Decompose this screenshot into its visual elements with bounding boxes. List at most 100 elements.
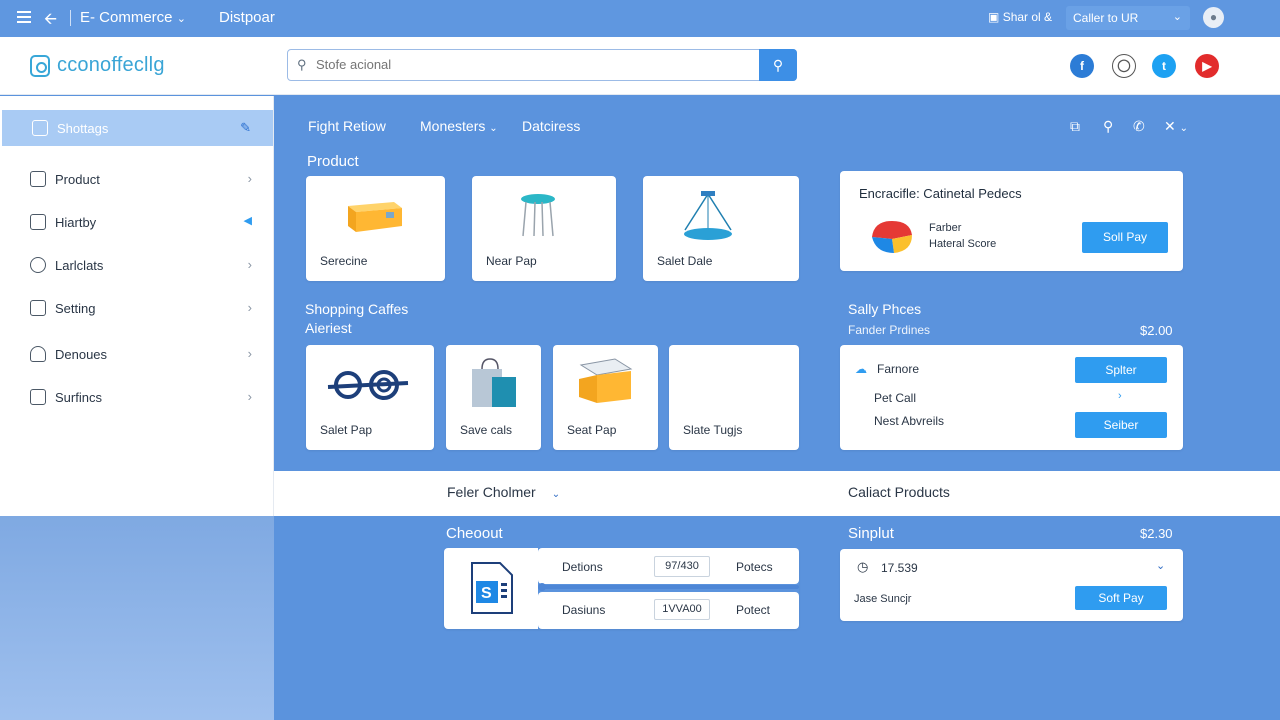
soft-pay-button[interactable]: Soft Pay: [1075, 586, 1167, 610]
close-icon[interactable]: ✕ ⌄: [1164, 118, 1188, 135]
cart-icon: [32, 120, 48, 136]
filter-dropdown[interactable]: Feler Cholmer ⌄: [447, 484, 560, 500]
tab-monesters[interactable]: Monesters ⌄: [420, 118, 498, 134]
sally-card: ☁ Farnore Splter Pet Call › Nest Abvreil…: [840, 345, 1183, 450]
sinplut-card: ◷ 17.539 ⌄ Jase Suncjr Soft Pay: [840, 549, 1183, 621]
lock-icon: [30, 214, 46, 230]
product-card-label: Salet Dale: [657, 254, 713, 268]
phone-icon[interactable]: ✆: [1133, 118, 1145, 135]
sidebar-item-shottags[interactable]: Shottags ✎: [2, 110, 273, 146]
sinplut-section-title: Sinplut: [848, 525, 894, 542]
checkout-row: Dasiuns 1VVA00 Potect: [538, 592, 799, 629]
checkout-row2-value[interactable]: 1VVA00: [654, 599, 710, 620]
sally-price: $2.00: [1140, 323, 1173, 338]
filter-band: [274, 471, 1280, 516]
region-select[interactable]: Caller to UR ⌄: [1066, 6, 1190, 30]
sinplut-label: Jase Suncjr: [854, 593, 912, 605]
sally-subtitle: Fander Prdines: [848, 323, 931, 337]
share-link[interactable]: ▣ Shar ol &: [988, 10, 1052, 24]
region-select-value: Caller to UR: [1073, 11, 1139, 25]
clock-icon: [30, 257, 46, 273]
sinplut-value: 17.539: [881, 561, 918, 575]
sidebar-item-product[interactable]: Product ›: [0, 161, 274, 197]
collapse-icon[interactable]: ◀: [244, 214, 252, 227]
collect-products-label: Caliact Products: [848, 484, 950, 500]
bag-icon[interactable]: ◯: [1112, 54, 1136, 78]
shopping-section-subtitle: Aieriest: [305, 320, 352, 336]
sidebar-item-label: Larlclats: [55, 258, 104, 273]
logo-bag-icon: [30, 54, 50, 77]
shopping-card[interactable]: Slate Tugjs: [669, 345, 799, 450]
page-title: Distpoar: [219, 9, 275, 26]
checkout-row1-value[interactable]: 97/430: [654, 556, 710, 577]
sidebar-item-larlclats[interactable]: Larlclats ›: [0, 247, 274, 283]
sidebar-item-denoues[interactable]: Denoues ›: [0, 336, 274, 372]
search-button[interactable]: ⚲: [759, 49, 797, 81]
product-card[interactable]: Salet Dale: [643, 176, 799, 281]
shopping-card-label: Save cals: [460, 423, 513, 437]
brand-dropdown[interactable]: E- Commerce ⌄: [80, 9, 186, 26]
colorful-logo-image: [872, 221, 912, 253]
edit-icon[interactable]: ✎: [240, 120, 251, 136]
search-icon: ⚲: [297, 57, 307, 72]
monitor-icon: [30, 300, 46, 316]
copy-icon[interactable]: ⧉: [1070, 118, 1080, 135]
search-bar: ⚲ ⚲: [287, 49, 797, 81]
menu-icon[interactable]: [17, 11, 31, 23]
sidebar-item-surfincs[interactable]: Surfincs ›: [0, 379, 274, 415]
youtube-icon[interactable]: ▶: [1195, 54, 1219, 78]
svg-text:S: S: [481, 585, 492, 602]
soll-pay-button[interactable]: Soll Pay: [1082, 222, 1168, 253]
chevron-down-icon: ⌄: [1179, 123, 1189, 134]
rope-image: [327, 370, 409, 400]
mail-icon: [30, 389, 46, 405]
sidebar-item-label: Hiartby: [55, 215, 97, 230]
header: cconoffecllg ⚲ ⚲ f ◯ t ▶: [0, 37, 1280, 95]
splter-button[interactable]: Splter: [1075, 357, 1167, 383]
sally-row3-label: Nest Abvreils: [874, 414, 945, 428]
tab-datciress[interactable]: Datciress: [522, 118, 580, 134]
shopping-card[interactable]: Salet Pap: [306, 345, 434, 450]
product-card[interactable]: Near Pap: [472, 176, 616, 281]
progress-slider[interactable]: [539, 585, 799, 589]
checkout-row1-label: Detions: [562, 560, 603, 574]
featured-card: Encracifle: Catinetal Pedecs Farber Hate…: [840, 171, 1183, 271]
chevron-right-icon: ›: [247, 171, 252, 186]
shopping-card[interactable]: Save cals: [446, 345, 541, 450]
sidebar-footer-area: [0, 516, 274, 720]
sidebar-item-setting[interactable]: Setting ›: [0, 290, 274, 326]
shopping-card[interactable]: Seat Pap: [553, 345, 658, 450]
logo-text: cconoffecllg: [57, 54, 165, 76]
sidebar-item-hiartby[interactable]: Hiartby ◀: [0, 204, 274, 240]
hammock-image: [684, 191, 732, 240]
chevron-down-icon: ⌄: [1172, 11, 1182, 23]
product-card[interactable]: Serecine: [306, 176, 445, 281]
stool-image: [521, 194, 555, 237]
checkout-section-title: Cheoout: [446, 525, 503, 542]
seiber-button[interactable]: Seiber: [1075, 412, 1167, 438]
checkout-row2-action[interactable]: Potect: [736, 603, 770, 617]
slider-handle[interactable]: [538, 583, 546, 591]
brand-label: E- Commerce: [80, 9, 173, 26]
tab-fight-retiow[interactable]: Fight Retiow: [308, 118, 386, 134]
cloud-icon: ☁: [855, 362, 867, 376]
back-arrow-icon[interactable]: 🡨: [44, 8, 57, 35]
sally-section-title: Sally Phces: [848, 301, 922, 317]
shopping-card-label: Seat Pap: [567, 423, 617, 437]
pin-icon[interactable]: ⚲: [1103, 118, 1113, 135]
facebook-icon[interactable]: f: [1070, 54, 1094, 78]
twitter-icon[interactable]: t: [1152, 54, 1176, 78]
checkout-row1-action[interactable]: Potecs: [736, 560, 773, 574]
logo[interactable]: cconoffecllg: [30, 54, 165, 77]
sidebar-item-label: Setting: [55, 301, 96, 316]
avatar[interactable]: ●: [1203, 7, 1224, 28]
arrow-icon: ›: [1118, 390, 1122, 402]
sidebar-item-label: Surfincs: [55, 390, 102, 405]
search-input[interactable]: [316, 57, 756, 72]
shopping-card-label: Slate Tugjs: [683, 423, 743, 437]
checkout-row2-label: Dasiuns: [562, 603, 606, 617]
search-icon: ⚲: [772, 57, 784, 73]
chevron-down-icon[interactable]: ⌄: [1156, 559, 1165, 572]
sally-row1-label: Farnore: [877, 362, 920, 376]
chevron-down-icon: ⌄: [551, 489, 561, 500]
